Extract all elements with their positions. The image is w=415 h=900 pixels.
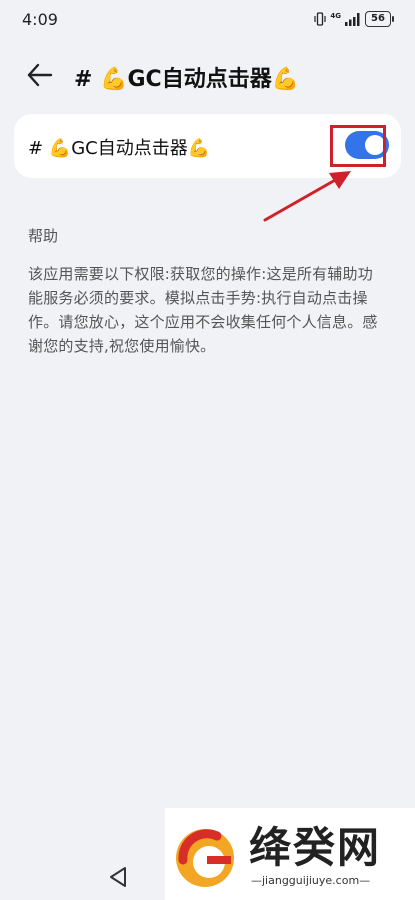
watermark: 绛癸网 —jiangguijiuye.com— bbox=[165, 808, 415, 900]
annotation-arrow-icon bbox=[263, 171, 351, 222]
vibrate-icon bbox=[314, 12, 326, 26]
watermark-logo-icon bbox=[176, 829, 234, 887]
service-label: # 💪GC自动点击器💪 bbox=[28, 138, 211, 159]
status-icons: 4G 56 bbox=[314, 11, 394, 27]
help-title: 帮助 bbox=[28, 227, 59, 245]
network-type: 4G bbox=[330, 11, 341, 20]
battery-indicator: 56 bbox=[365, 11, 394, 27]
back-button[interactable] bbox=[24, 59, 56, 91]
signal-icon bbox=[345, 12, 360, 26]
page-title: # 💪GC自动点击器💪 bbox=[74, 67, 300, 92]
watermark-url: —jiangguijiuye.com— bbox=[251, 874, 371, 887]
status-bar: 4:09 4G 56 bbox=[0, 0, 415, 40]
triangle-back-icon bbox=[110, 867, 126, 887]
watermark-name: 绛癸网 bbox=[249, 823, 382, 872]
header: # 💪GC自动点击器💪 bbox=[0, 50, 415, 100]
highlight-box bbox=[330, 125, 386, 167]
nav-back-button[interactable] bbox=[108, 865, 130, 889]
status-time: 4:09 bbox=[22, 10, 58, 29]
help-text: 该应用需要以下权限:获取您的操作:这是所有辅助功能服务必须的要求。模拟点击手势:… bbox=[28, 265, 378, 355]
arrow-left-icon bbox=[27, 63, 53, 87]
